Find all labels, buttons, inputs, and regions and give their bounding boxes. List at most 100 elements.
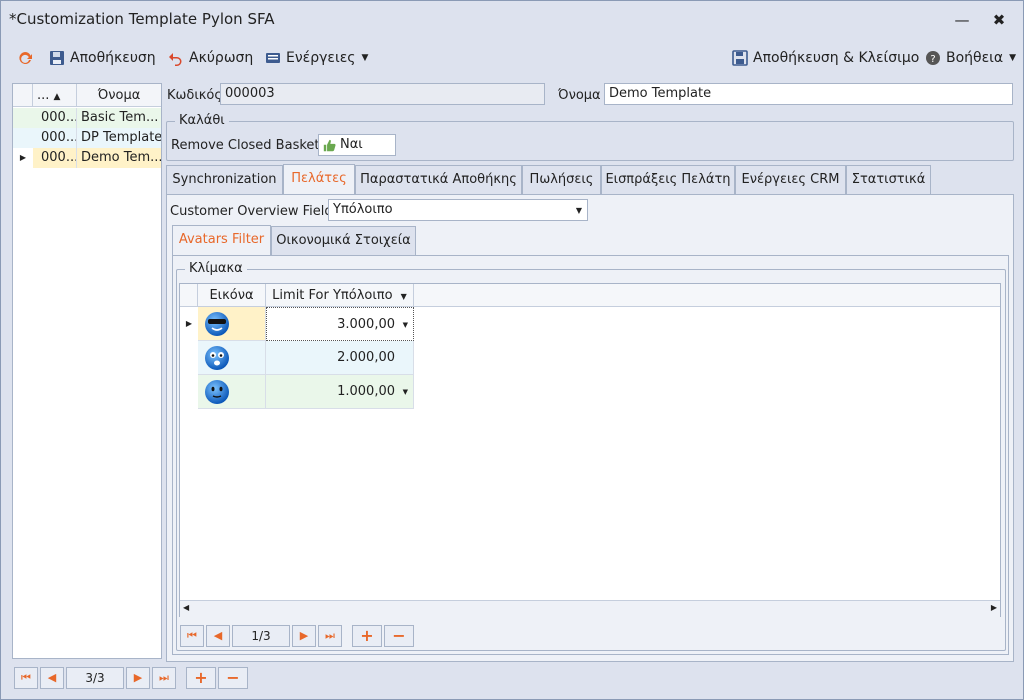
help-menu-button[interactable]: ? Βοήθεια ▼ <box>925 48 1016 68</box>
add-record-button[interactable]: + <box>352 625 382 647</box>
limit-cell[interactable]: 1.000,00 ▼ <box>266 375 414 409</box>
tab-synchronization[interactable]: Synchronization <box>166 165 283 195</box>
template-name: DP Template <box>81 130 161 145</box>
previous-record-button[interactable]: ◀ <box>40 667 64 689</box>
cancel-label: Ακύρωση <box>189 50 254 66</box>
delete-record-button[interactable]: − <box>384 625 414 647</box>
save-close-button[interactable]: Αποθήκευση & Κλείσιμο <box>732 48 919 68</box>
tab-customers[interactable]: Πελάτες <box>283 164 355 195</box>
avatar-cell[interactable] <box>198 307 266 341</box>
template-row[interactable]: 000... DP Template <box>13 128 161 148</box>
template-row[interactable]: 000... Basic Tem... <box>13 108 161 128</box>
scale-grid-header: Εικόνα Limit For Υπόλοιπο ▼ <box>180 284 1000 307</box>
name-label: Όνομα <box>558 88 601 103</box>
help-label: Βοήθεια <box>946 50 1004 66</box>
refresh-button[interactable] <box>17 48 33 68</box>
cool-smiley-icon <box>205 312 229 336</box>
undo-icon <box>169 53 182 66</box>
previous-record-button[interactable]: ◀ <box>206 625 230 647</box>
row-indicator-header <box>13 84 33 107</box>
scroll-right-icon[interactable]: ▶ <box>991 603 997 612</box>
name-field[interactable]: Demo Template <box>604 83 1013 105</box>
row-pointer-icon: ▶ <box>185 319 193 328</box>
templates-grid[interactable]: ... ▲ Όνομα 000... Basic Tem... 000... D… <box>12 83 162 659</box>
avatar-cell[interactable] <box>198 341 266 375</box>
name-column-header[interactable]: Όνομα <box>77 84 161 107</box>
window-title: *Customization Template Pylon SFA <box>9 10 275 28</box>
row-indicator-header <box>180 284 198 307</box>
tab-customer-receipts[interactable]: Εισπράξεις Πελάτη <box>601 165 735 195</box>
remove-baskets-toggle[interactable]: Ναι <box>318 134 396 156</box>
record-position: 1/3 <box>232 625 290 647</box>
save-close-label: Αποθήκευση & Κλείσιμο <box>753 50 920 66</box>
tab-crm-actions[interactable]: Ενέργειες CRM <box>735 165 846 195</box>
plain-smiley-icon <box>205 380 229 404</box>
chevron-down-icon: ▼ <box>402 388 408 396</box>
template-name: Demo Tem... <box>81 150 161 165</box>
remove-baskets-value: Ναι <box>340 137 363 152</box>
image-column-header[interactable]: Εικόνα <box>198 284 266 307</box>
chevron-down-icon: ▼ <box>361 53 369 63</box>
subtab-avatars-filter[interactable]: Avatars Filter <box>172 225 271 256</box>
tab-warehouse-documents[interactable]: Παραστατικά Αποθήκης <box>355 165 522 195</box>
main-window: *Customization Template Pylon SFA — ✖ Απ… <box>0 0 1024 700</box>
limit-cell[interactable]: 3.000,00 ▼ <box>266 307 414 341</box>
surprised-smiley-icon <box>205 346 229 370</box>
actions-menu-button[interactable]: Ενέργειες ▼ <box>265 48 368 68</box>
save-label: Αποθήκευση <box>70 50 156 66</box>
remove-baskets-label: Remove Closed Baskets <box>171 138 327 153</box>
chevron-down-icon: ▼ <box>575 206 582 215</box>
template-name: Basic Tem... <box>81 110 159 125</box>
last-record-button[interactable]: ⏭ <box>318 625 342 647</box>
horizontal-scrollbar[interactable]: ◀ ▶ <box>180 600 1000 617</box>
tab-sales[interactable]: Πωλήσεις <box>522 165 601 195</box>
code-label: Κωδικός <box>167 88 223 103</box>
next-record-button[interactable]: ▶ <box>126 667 150 689</box>
thumbs-up-icon <box>323 139 336 151</box>
minimize-button[interactable]: — <box>949 9 975 31</box>
tab-statistics[interactable]: Στατιστικά <box>846 165 931 195</box>
code-field[interactable]: 000003 <box>220 83 545 105</box>
basket-group-title: Καλάθι <box>175 113 229 128</box>
overview-field-select[interactable]: Υπόλοιπο ▼ <box>328 199 588 221</box>
scale-row[interactable]: 2.000,00 <box>180 341 414 375</box>
toolbar: Αποθήκευση Ακύρωση Ενέργειες ▼ Αποθήκευσ… <box>9 41 1016 75</box>
overview-field-value: Υπόλοιπο <box>333 202 393 217</box>
actions-list-icon <box>266 53 280 63</box>
actions-label: Ενέργειες <box>286 50 356 66</box>
save-close-icon <box>732 50 748 66</box>
scroll-left-icon[interactable]: ◀ <box>183 603 189 612</box>
floppy-disk-icon <box>50 51 64 65</box>
last-record-button[interactable]: ⏭ <box>152 667 176 689</box>
scale-grid-pager: ⏮ ◀ 1/3 ▶ ⏭ + − <box>180 625 420 647</box>
close-button[interactable]: ✖ <box>986 9 1012 31</box>
cancel-button[interactable]: Ακύρωση <box>168 48 253 68</box>
first-record-button[interactable]: ⏮ <box>14 667 38 689</box>
row-pointer-icon: ▶ <box>13 148 33 168</box>
svg-text:?: ? <box>930 54 935 65</box>
limit-column-header[interactable]: Limit For Υπόλοιπο ▼ <box>266 284 414 307</box>
template-code: 000... <box>33 108 77 128</box>
avatar-cell[interactable] <box>198 375 266 409</box>
next-record-button[interactable]: ▶ <box>292 625 316 647</box>
refresh-icon <box>19 51 32 64</box>
scale-grid[interactable]: Εικόνα Limit For Υπόλοιπο ▼ ▶ 3.000,00 ▼ <box>179 283 1001 617</box>
scale-row[interactable]: 1.000,00 ▼ <box>180 375 414 409</box>
template-code: 000... <box>33 148 77 168</box>
scale-group-title: Κλίμακα <box>185 261 247 276</box>
code-column-header[interactable]: ... ▲ <box>33 84 77 107</box>
chevron-down-icon: ▼ <box>402 321 408 329</box>
record-position: 3/3 <box>66 667 124 689</box>
limit-cell[interactable]: 2.000,00 <box>266 341 414 375</box>
sort-ascending-icon: ▲ <box>53 92 61 102</box>
delete-record-button[interactable]: − <box>218 667 248 689</box>
template-row-selected[interactable]: ▶ 000... Demo Tem... <box>13 148 161 168</box>
chevron-down-icon: ▼ <box>400 292 407 301</box>
templates-pager: ⏮ ◀ 3/3 ▶ ⏭ + − <box>14 667 254 689</box>
scale-row-selected[interactable]: ▶ 3.000,00 ▼ <box>180 307 414 341</box>
add-record-button[interactable]: + <box>186 667 216 689</box>
subtab-financial-data[interactable]: Οικονομικά Στοιχεία <box>271 226 416 256</box>
first-record-button[interactable]: ⏮ <box>180 625 204 647</box>
template-code: 000... <box>33 128 77 148</box>
save-button[interactable]: Αποθήκευση <box>49 48 156 68</box>
